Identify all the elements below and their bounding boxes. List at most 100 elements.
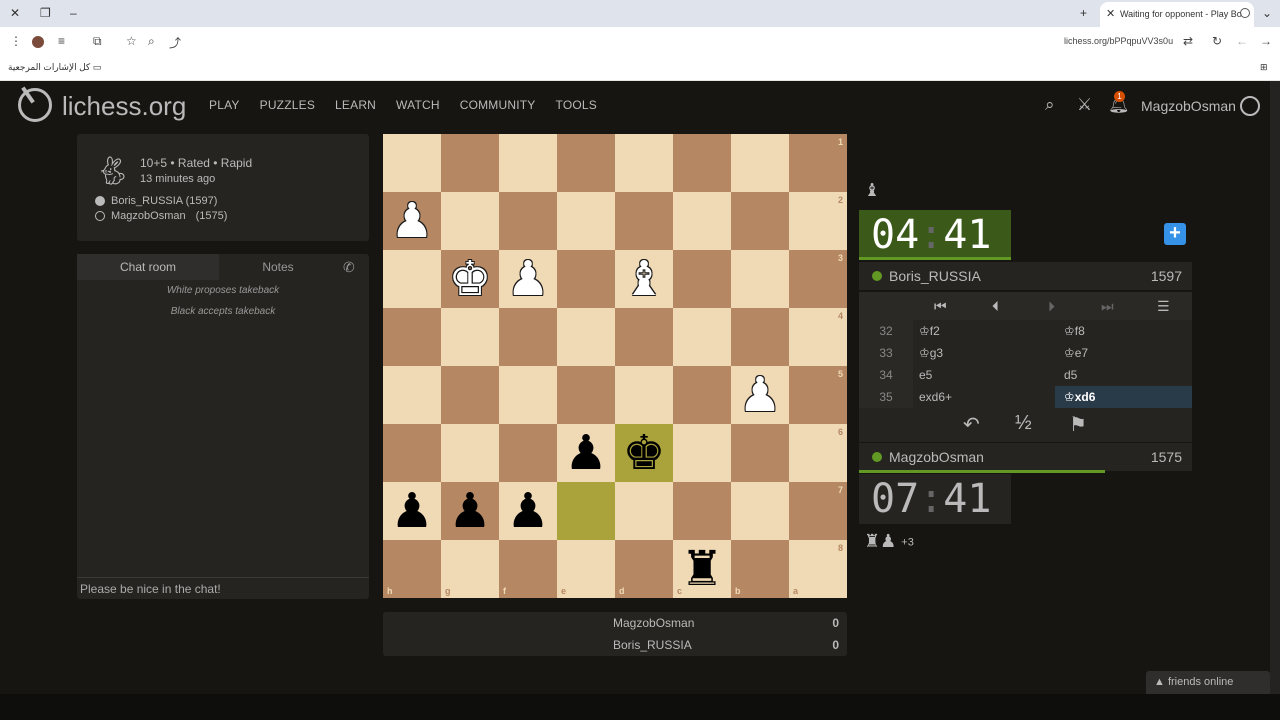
square-c2[interactable] [673,192,731,250]
phone-icon[interactable]: ✆ [343,259,355,276]
white-move[interactable]: ♔f2 [919,320,940,342]
crosstable-row[interactable]: Boris_RUSSIA 0 [613,638,839,652]
square-b3[interactable] [731,250,789,308]
square-c3[interactable] [673,250,731,308]
menu-hamburger-icon[interactable]: ☰ [1157,298,1170,315]
square-d7[interactable] [615,482,673,540]
tab-notes[interactable]: Notes [219,254,337,280]
square-c5[interactable] [673,366,731,424]
white-player-info[interactable]: Boris_RUSSIA (1597) [95,195,217,207]
square-e4[interactable] [557,308,615,366]
black-piece-e6[interactable]: ♟ [557,424,615,482]
square-d4[interactable] [615,308,673,366]
square-e1[interactable] [557,134,615,192]
reading-list-icon[interactable]: ≡ [58,34,65,48]
takeback-button[interactable]: ↶ [963,412,980,437]
chess-board[interactable]: 1 2 3 4 5 6 7 8 h g f e d c b a ♟ ♚ ♟ ♝ ♟ ♟ ♚ ♟ ♟ ♟ ♜ [383,134,847,598]
square-c6[interactable] [673,424,731,482]
forward-icon[interactable]: ← [1236,34,1248,48]
square-d2[interactable] [615,192,673,250]
nav-watch[interactable]: WATCH [396,98,440,112]
search-icon[interactable]: ⌕ [1045,95,1055,115]
opponent-player-row[interactable]: Boris_RUSSIA 1597 [859,262,1192,290]
square-g6[interactable] [441,424,499,482]
chat-input[interactable]: Please be nice in the chat! [77,577,369,599]
black-move[interactable]: d5 [1055,364,1192,386]
black-player-info[interactable]: MagzobOsman (1575) [95,210,227,222]
square-f8[interactable] [499,540,557,598]
square-h4[interactable] [383,308,441,366]
prev-move-icon[interactable]: ⏴ [992,298,999,315]
white-move[interactable]: ♔g3 [919,342,943,364]
new-tab-icon[interactable]: + [1080,6,1087,20]
back-icon[interactable]: → [1260,34,1272,48]
square-h5[interactable] [383,366,441,424]
square-d5[interactable] [615,366,673,424]
black-piece-g7[interactable]: ♟ [441,482,499,540]
white-move[interactable]: e5 [919,364,932,386]
square-e7[interactable] [557,482,615,540]
white-piece-b5[interactable]: ♟ [731,366,789,424]
white-piece-g3[interactable]: ♚ [441,250,499,308]
square-f4[interactable] [499,308,557,366]
last-move-icon[interactable]: ⏭ [1101,298,1114,315]
square-g1[interactable] [441,134,499,192]
square-e5[interactable] [557,366,615,424]
square-f5[interactable] [499,366,557,424]
close-tab-icon[interactable]: ✕ [1106,7,1115,20]
username-menu[interactable]: MagzobOsman [1141,98,1236,114]
square-f6[interactable] [499,424,557,482]
square-g4[interactable] [441,308,499,366]
lichess-logo-icon[interactable] [18,88,52,122]
square-b1[interactable] [731,134,789,192]
give-time-button[interactable]: + [1164,223,1186,245]
close-window-icon[interactable]: ✕ [10,6,20,20]
menu-icon[interactable]: ⋮ [10,34,22,48]
page-scrollbar[interactable] [1270,81,1280,694]
nav-puzzles[interactable]: PUZZLES [260,98,315,112]
black-piece-d6[interactable]: ♚ [615,424,673,482]
user-name[interactable]: MagzobOsman [889,449,984,465]
restore-window-icon[interactable]: ❐ [40,6,51,20]
bookmark-star-icon[interactable]: ☆ [126,34,137,48]
tab-chat-room[interactable]: Chat room [77,254,219,280]
user-avatar-icon[interactable] [1240,96,1260,116]
square-f2[interactable] [499,192,557,250]
apps-icon[interactable]: ⊞ [1260,62,1268,73]
black-move[interactable]: ♔e7 [1055,342,1192,364]
square-c4[interactable] [673,308,731,366]
zoom-icon[interactable]: ⌕ [148,34,155,49]
user-player-row[interactable]: MagzobOsman 1575 [859,443,1192,471]
square-f1[interactable] [499,134,557,192]
white-move[interactable]: exd6+ [919,386,952,408]
square-b4[interactable] [731,308,789,366]
site-settings-icon[interactable]: ⇄ [1183,34,1193,48]
profile-avatar[interactable] [32,36,44,48]
offer-draw-button[interactable]: ½ [1015,412,1032,435]
nav-learn[interactable]: LEARN [335,98,376,112]
square-d1[interactable] [615,134,673,192]
site-logo[interactable]: lichess.org [62,91,186,122]
nav-community[interactable]: COMMUNITY [460,98,536,112]
friends-online-button[interactable]: ▲ friends online [1146,671,1270,694]
extensions-icon[interactable]: ⧉ [93,34,102,49]
black-move-active[interactable]: ♔xd6 [1055,386,1192,408]
square-h3[interactable] [383,250,441,308]
square-b7[interactable] [731,482,789,540]
black-piece-h7[interactable]: ♟ [383,482,441,540]
black-piece-c8[interactable]: ♜ [673,540,731,598]
all-bookmarks[interactable]: كل الإشارات المرجعية ▭ [8,62,101,73]
browser-tab[interactable]: ✕ Waiting for opponent - Play Bo [1100,2,1254,27]
square-g5[interactable] [441,366,499,424]
black-piece-f7[interactable]: ♟ [499,482,557,540]
square-h1[interactable] [383,134,441,192]
next-move-icon[interactable]: ⏵ [1048,298,1055,315]
challenge-swords-icon[interactable]: ⚔ [1077,95,1092,115]
square-b6[interactable] [731,424,789,482]
share-icon[interactable]: ⤴ [169,34,181,51]
black-move[interactable]: ♔f8 [1055,320,1192,342]
square-c1[interactable] [673,134,731,192]
tab-search-icon[interactable]: ⌄ [1262,6,1272,20]
resign-flag-button[interactable]: ⚑ [1069,412,1087,437]
white-piece-h2[interactable]: ♟ [383,192,441,250]
